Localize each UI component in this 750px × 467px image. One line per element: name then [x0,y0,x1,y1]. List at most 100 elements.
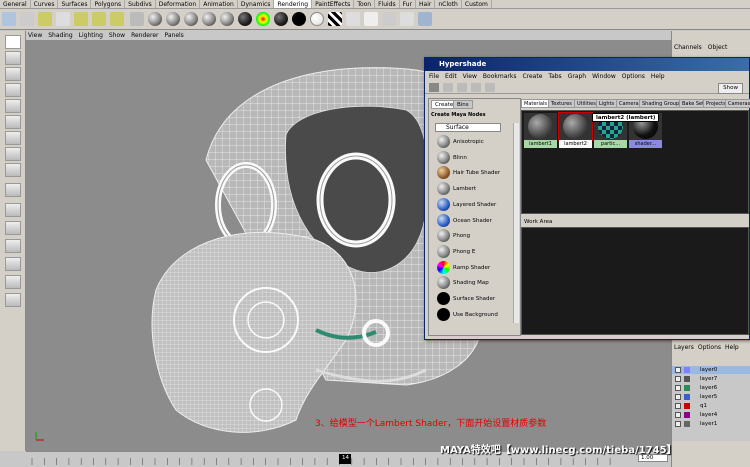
shelf-tab-rendering[interactable]: Rendering [274,0,313,8]
hypershade-menu-help[interactable]: Help [651,72,665,81]
layer-visibility-toggle[interactable] [675,394,681,400]
shelf-tab-painteffects[interactable]: PaintEffects [312,0,355,8]
shelf-tab-deformation[interactable]: Deformation [156,0,201,8]
shelf-tab-animation[interactable]: Animation [200,0,238,8]
shelf-tab-subdivs[interactable]: Subdivs [125,0,156,8]
node-item-ocean-shader[interactable]: Ocean Shader [437,213,513,228]
render-settings-icon[interactable] [2,12,16,26]
rotate-tool-icon[interactable] [5,99,21,113]
layer-color-swatch[interactable] [684,421,690,427]
viewport-menu-panels[interactable]: Panels [164,31,183,40]
node-item-layered-shader[interactable]: Layered Shader [437,197,513,212]
surface-section-header[interactable]: Surface [435,123,501,132]
camera-icon[interactable] [130,12,144,26]
hypershade-menu-view[interactable]: View [463,72,477,81]
last-tool-icon[interactable] [5,183,21,197]
layer-color-swatch[interactable] [684,367,690,373]
layered-sphere-icon[interactable] [238,12,252,26]
node-list-scrollbar[interactable] [513,123,519,323]
layer-color-swatch[interactable] [684,394,690,400]
hypershade-icon[interactable] [346,12,360,26]
layer-row[interactable]: layer1 [672,420,750,428]
ramp-sphere-icon[interactable] [256,12,270,26]
layer-row[interactable]: layer5 [672,393,750,401]
graph-layout-icon[interactable] [5,293,21,307]
shelf-tab-curves[interactable]: Curves [31,0,59,8]
work-area[interactable] [521,227,749,335]
layer-visibility-toggle[interactable] [675,385,681,391]
shelf-tab-general[interactable]: General [0,0,31,8]
graph-up-icon[interactable] [443,83,453,92]
create-maya-nodes-header[interactable]: Create Maya Nodes [431,111,511,119]
material-swatch-1[interactable]: lambert1 [524,113,557,148]
shelf-tab-dynamics[interactable]: Dynamics [238,0,275,8]
single-view-icon[interactable] [5,203,21,217]
select-tool-icon[interactable] [5,35,21,49]
hypershade-menu-bookmarks[interactable]: Bookmarks [483,72,517,81]
point-light-icon[interactable] [74,12,88,26]
channels-menu-channels[interactable]: Channels [674,43,702,52]
soft-mod-tool-icon[interactable] [5,147,21,161]
layers-menu-layers[interactable]: Layers [674,343,694,352]
hypershade-menu-create[interactable]: Create [522,72,542,81]
node-item-lambert[interactable]: Lambert [437,182,513,196]
persp-outliner-icon[interactable] [5,239,21,253]
shelf-tab-polygons[interactable]: Polygons [91,0,126,8]
hypershade-menu-graph[interactable]: Graph [568,72,586,81]
lambert-sphere-icon[interactable] [184,12,198,26]
node-item-hair-tube-shader[interactable]: Hair Tube Shader [437,166,513,180]
viewport-menu-renderer[interactable]: Renderer [131,31,158,40]
layer-visibility-toggle[interactable] [675,412,681,418]
layer-visibility-toggle[interactable] [675,421,681,427]
shelf-tab-fur[interactable]: Fur [400,0,417,8]
phong-sphere-icon[interactable] [202,12,216,26]
tab-materials[interactable]: Materials [521,99,550,108]
hypershade-menu-edit[interactable]: Edit [445,72,457,81]
node-item-ramp-shader[interactable]: Ramp Shader [437,260,513,275]
shelf-tab-fluids[interactable]: Fluids [375,0,400,8]
light-icon[interactable] [56,12,70,26]
manipulator-tool-icon[interactable] [5,131,21,145]
spot-light-icon[interactable] [92,12,106,26]
clear-graph-icon[interactable] [485,83,495,92]
layer-visibility-toggle[interactable] [675,403,681,409]
node-item-anisotropic[interactable]: Anisotropic [437,135,513,149]
material-swatch-2[interactable]: lambert2 [558,112,593,148]
tab-bins[interactable]: Bins [453,100,473,109]
attribute-icon[interactable] [382,12,396,26]
persp-graph-icon[interactable] [5,257,21,271]
use-background-sphere-icon[interactable] [310,12,324,26]
hypershade-menu-options[interactable]: Options [622,72,645,81]
toggle-panel-icon[interactable] [429,83,439,92]
hypershade-title-bar[interactable]: Hypershade [425,58,749,71]
hypershade-layout-icon[interactable] [5,275,21,289]
graph-updown-icon[interactable] [471,83,481,92]
node-item-phong-e[interactable]: Phong E [437,244,513,259]
layer-visibility-toggle[interactable] [675,376,681,382]
tab-shading-groups[interactable]: Shading Groups [639,99,685,108]
area-light-icon[interactable] [110,12,124,26]
layer-row[interactable]: q1 [672,402,750,410]
layers-menu-options[interactable]: Options [698,343,721,352]
layer-color-swatch[interactable] [684,385,690,391]
smooth-icon[interactable] [400,12,414,26]
layers-menu-help[interactable]: Help [725,343,739,352]
layer-row[interactable]: layer7 [672,375,750,383]
hypershade-menu-file[interactable]: File [429,72,439,81]
surface-shader-sphere-icon[interactable] [292,12,306,26]
node-item-phong[interactable]: Phong [437,229,513,243]
phonge-sphere-icon[interactable] [220,12,234,26]
hypershade-menu-tabs[interactable]: Tabs [548,72,561,81]
checker-texture-icon[interactable] [328,12,342,26]
layer-row[interactable]: layer0 [672,366,750,374]
shading-map-sphere-icon[interactable] [274,12,288,26]
graph-down-icon[interactable] [457,83,467,92]
node-item-blinn[interactable]: Blinn [437,150,513,165]
node-item-surface-shader[interactable]: Surface Shader [437,292,513,306]
layer-color-swatch[interactable] [684,403,690,409]
lasso-tool-icon[interactable] [5,51,21,65]
viewport-menu-shading[interactable]: Shading [48,31,72,40]
paint-icon[interactable] [364,12,378,26]
show-button[interactable]: Show [718,83,743,94]
move-tool-icon[interactable] [5,83,21,97]
